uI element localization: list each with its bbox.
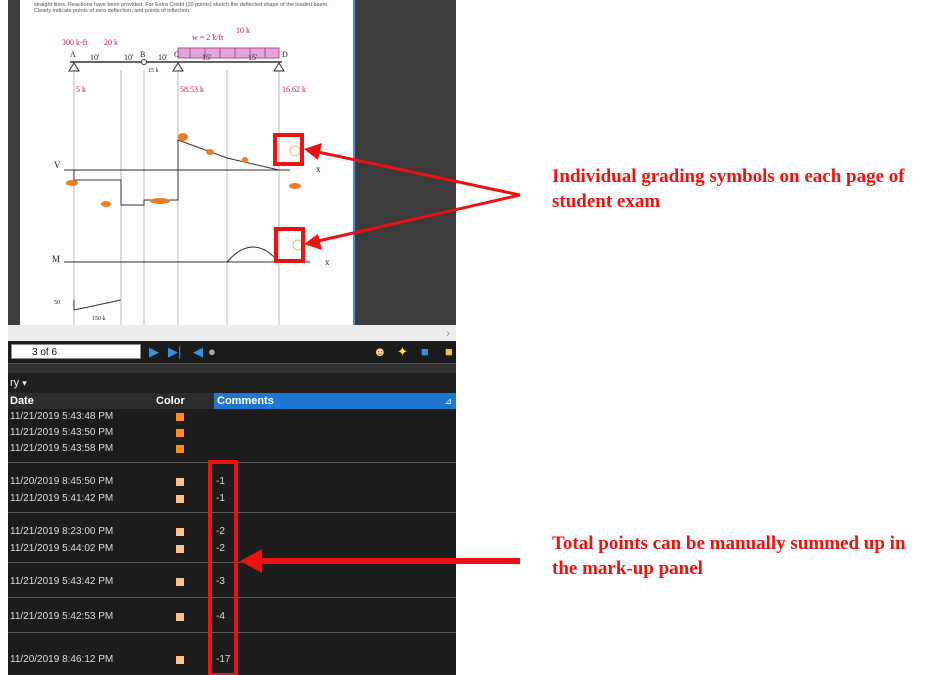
arrow-to-column-box — [240, 549, 520, 573]
highlight-box-top — [273, 133, 304, 166]
annotation-grading-symbols: Individual grading symbols on each page … — [552, 166, 905, 212]
arrow-to-top-box — [304, 143, 521, 197]
annotation-total-points: Total points can be manually summed up i… — [552, 533, 906, 579]
highlight-box-column — [208, 460, 238, 675]
arrow-to-middle-box — [304, 193, 521, 250]
highlight-box-middle — [274, 227, 305, 263]
